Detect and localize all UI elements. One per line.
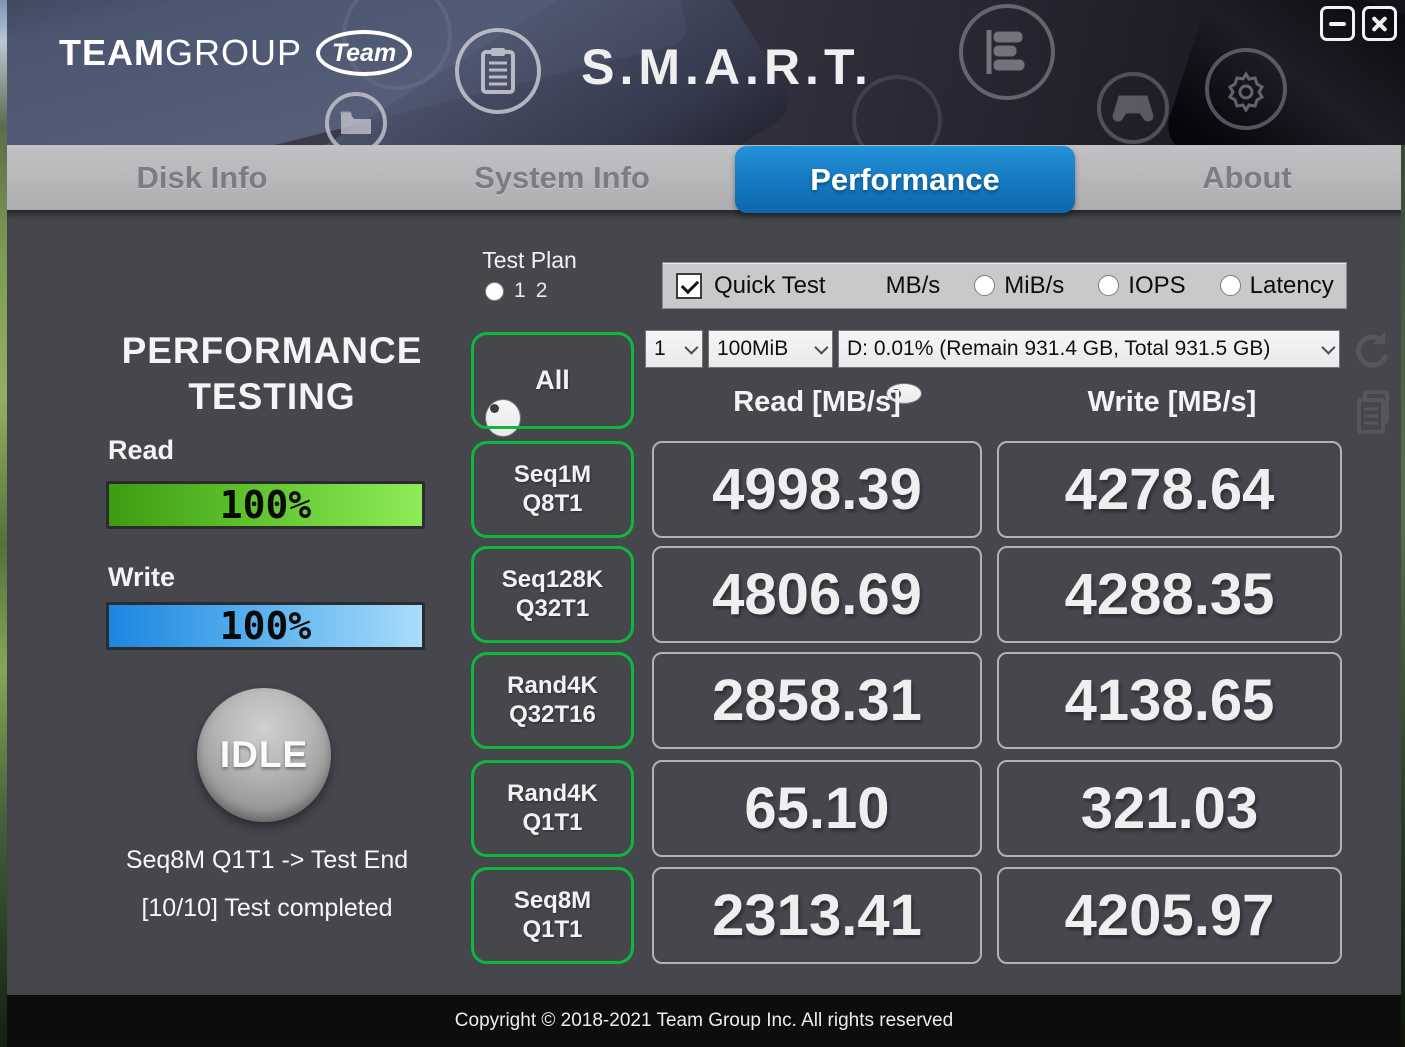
unit-iops-radio[interactable] (1098, 275, 1120, 296)
unit-latency[interactable]: Latency (1219, 272, 1334, 300)
unit-mibs[interactable]: MiB/s (974, 272, 1064, 300)
unit-latency-radio[interactable] (1219, 275, 1241, 296)
gear-icon (1205, 48, 1287, 130)
result-read-rand4k-q32t16: 2858.31 (652, 652, 982, 749)
idle-state-button[interactable]: IDLE (197, 688, 331, 822)
brand-team-text: TEAM (59, 32, 165, 73)
tab-performance[interactable]: Performance (735, 146, 1075, 213)
tab-system-info[interactable]: System Info (427, 145, 697, 210)
folder-icon (325, 92, 387, 145)
clipboard-icon (455, 28, 541, 114)
unit-mibs-radio[interactable] (974, 275, 996, 296)
read-column-header: Read [MB/s] (733, 386, 901, 418)
result-write-rand4k-q1t1: 321.03 (997, 760, 1342, 857)
chevron-down-icon (684, 340, 699, 355)
desktop-wallpaper-left (0, 0, 7, 1047)
test-button-seq1m-q8t1[interactable]: Seq1M Q8T1 (471, 441, 634, 538)
footer-bar: Copyright © 2018-2021 Team Group Inc. Al… (7, 995, 1401, 1047)
report-icon[interactable] (1355, 390, 1393, 439)
quick-test-checkbox[interactable] (676, 272, 702, 299)
result-read-seq1m: 4998.39 (652, 441, 982, 538)
app-title: S.M.A.R.T. (581, 39, 873, 95)
chevron-down-icon (814, 340, 829, 355)
performance-panel: PERFORMANCE TESTING Read 100% Write 100%… (7, 210, 1405, 995)
minimize-icon (1329, 22, 1346, 26)
quick-test-label: Quick Test (714, 271, 826, 299)
result-read-rand4k-q1t1: 65.10 (652, 760, 982, 857)
result-write-rand4k-q32t16: 4138.65 (997, 652, 1342, 749)
test-plan-radio-1[interactable] (485, 281, 504, 301)
copyright-text: Copyright © 2018-2021 Team Group Inc. Al… (454, 1010, 954, 1031)
brand-group-text: GROUP (165, 32, 303, 73)
test-size-select[interactable]: 100MiB (708, 330, 833, 368)
read-progress-label: Read (108, 435, 175, 465)
tab-disk-info[interactable]: Disk Info (67, 145, 337, 210)
chevron-down-icon (1321, 340, 1336, 355)
smart-app-window: TEAM GROUP Team S.M.A.R.T. Disk Info Syst… (0, 0, 1405, 1047)
target-drive-select[interactable]: D: 0.01% (Remain 931.4 GB, Total 931.5 G… (838, 330, 1340, 368)
options-bar: Quick Test MB/s MiB/s IOPS Latency (662, 262, 1347, 404)
refresh-icon[interactable] (1351, 328, 1393, 375)
tab-bar: Disk Info System Info About (7, 145, 1405, 210)
status-line-1: Seq8M Q1T1 -> Test End (125, 846, 409, 874)
bar-chart-icon (959, 4, 1055, 100)
result-read-seq8m: 2313.41 (652, 867, 982, 964)
test-button-all[interactable]: All (471, 332, 634, 429)
teamgroup-logo: TEAM GROUP Team (59, 30, 413, 76)
test-plan-label: Test Plan (482, 247, 577, 273)
test-plan-radios: 1 2 (485, 279, 548, 437)
result-write-seq1m: 4278.64 (997, 441, 1342, 538)
test-button-seq8m-q1t1[interactable]: Seq8M Q1T1 (471, 867, 634, 964)
result-write-seq8m: 4205.97 (997, 867, 1342, 964)
test-plan-option-2: 2 (535, 279, 548, 302)
read-progress-value: 100% (219, 483, 312, 527)
write-progress-label: Write (108, 562, 176, 592)
gamepad-icon (1097, 72, 1169, 144)
write-progress-bar: 100% (106, 602, 425, 650)
minimize-button[interactable] (1320, 6, 1355, 41)
tab-about[interactable]: About (1112, 145, 1382, 210)
unit-mbs[interactable]: MB/s (885, 272, 940, 404)
close-button[interactable] (1362, 6, 1397, 41)
test-button-seq128k-q32t1[interactable]: Seq128K Q32T1 (471, 546, 634, 643)
test-button-rand4k-q1t1[interactable]: Rand4K Q1T1 (471, 760, 634, 857)
write-progress-value: 100% (219, 604, 312, 648)
panel-title: PERFORMANCE TESTING (121, 330, 423, 418)
status-line-2: [10/10] Test completed (141, 894, 393, 922)
test-button-rand4k-q32t16[interactable]: Rand4K Q32T16 (471, 652, 634, 749)
result-write-seq128k: 4288.35 (997, 546, 1342, 643)
unit-iops[interactable]: IOPS (1098, 272, 1186, 300)
test-plan-option-1: 1 (514, 279, 526, 302)
header-banner: TEAM GROUP Team S.M.A.R.T. (7, 0, 1405, 145)
result-read-seq128k: 4806.69 (652, 546, 982, 643)
loop-count-select[interactable]: 1 (645, 330, 703, 368)
desktop-wallpaper-right (1401, 145, 1405, 1047)
write-column-header: Write [MB/s] (1087, 386, 1257, 418)
read-progress-bar: 100% (106, 481, 425, 529)
team-oval-logo: Team (316, 30, 413, 76)
